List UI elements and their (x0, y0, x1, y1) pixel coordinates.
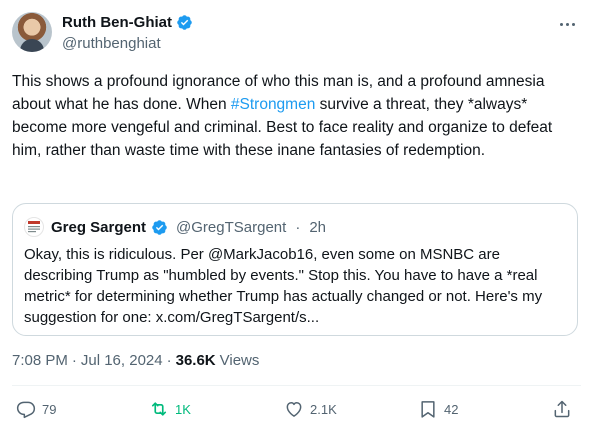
verified-badge-icon (177, 15, 192, 30)
quoted-author-avatar[interactable] (24, 217, 44, 237)
tweet-text: This shows a profound ignorance of who t… (12, 70, 582, 162)
quoted-tweet[interactable]: Greg Sargent @GregTSargent · 2h Okay, th… (12, 203, 578, 336)
tweet-date[interactable]: Jul 16, 2024 (81, 352, 163, 369)
reply-count: 79 (42, 401, 57, 417)
hashtag-link[interactable]: #Strongmen (231, 96, 315, 113)
tweet-meta: 7:08 PM · Jul 16, 2024 · 36.6K Views (12, 352, 259, 369)
divider (12, 385, 581, 386)
bookmark-count: 42 (444, 401, 459, 417)
more-icon[interactable] (557, 16, 577, 32)
like-button[interactable]: 2.1K (284, 399, 337, 419)
share-button[interactable] (552, 399, 572, 419)
action-bar: 79 1K 2.1K 42 (12, 399, 581, 423)
reply-button[interactable]: 79 (16, 399, 56, 419)
verified-badge-icon (152, 219, 167, 235)
author-handle[interactable]: @ruthbenghiat (62, 35, 161, 52)
share-icon (554, 400, 570, 418)
tweet-time[interactable]: 7:08 PM (12, 352, 68, 369)
author-display-name[interactable]: Ruth Ben-Ghiat (62, 14, 172, 31)
repost-icon (151, 402, 167, 416)
quoted-author-name[interactable]: Greg Sargent (51, 219, 146, 236)
meta-separator: · (71, 352, 77, 369)
heart-icon (286, 402, 302, 417)
author-name-row: Ruth Ben-Ghiat (62, 14, 193, 31)
reply-icon (16, 401, 36, 419)
bookmark-button[interactable]: 42 (418, 399, 458, 419)
tweet-header: Ruth Ben-Ghiat @ruthbenghiat (12, 12, 581, 56)
author-avatar[interactable] (12, 12, 52, 52)
views-label: Views (219, 352, 260, 369)
quoted-time[interactable]: 2h (309, 219, 326, 236)
quoted-author-handle[interactable]: @GregTSargent (176, 219, 286, 236)
views-count: 36.6K (175, 352, 216, 369)
quoted-tweet-header: Greg Sargent @GregTSargent · 2h (24, 217, 326, 237)
repost-button[interactable]: 1K (149, 399, 191, 419)
bookmark-icon (421, 401, 435, 418)
like-count: 2.1K (310, 401, 337, 417)
meta-separator: · (166, 352, 172, 369)
quoted-avatar-image (28, 221, 40, 233)
repost-count: 1K (175, 401, 191, 417)
quoted-tweet-text: Okay, this is ridiculous. Per @MarkJacob… (24, 246, 543, 326)
quoted-separator: · (295, 218, 301, 236)
